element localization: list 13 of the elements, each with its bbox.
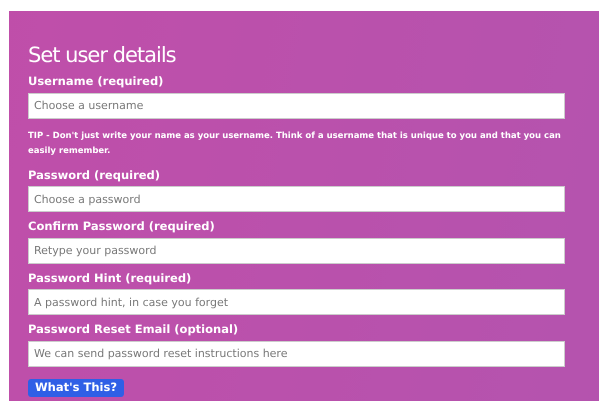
field-label: Username (required): [28, 74, 164, 89]
input-field[interactable]: Retype your password: [28, 238, 565, 264]
input-field[interactable]: Choose a username: [28, 92, 565, 118]
field-label: Password (required): [28, 168, 162, 182]
input-field[interactable]: We can send password reset instructions here: [28, 340, 565, 366]
input-field[interactable]: Choose a password: [28, 186, 565, 212]
input-field[interactable]: A password hint, in case you forget: [28, 289, 565, 315]
field-label: Confirm Password (required): [28, 219, 216, 234]
whats-this-button[interactable]: What's This?: [28, 378, 124, 396]
tip-text: TIP - Don't just write your name as your username. Think of a username that is unique to you and that you can easily remember.: [28, 130, 562, 158]
form-title: Set user details: [28, 42, 177, 69]
field-label: Password Reset Email (optional): [28, 322, 240, 337]
field-label: Password Hint (required): [28, 270, 192, 286]
